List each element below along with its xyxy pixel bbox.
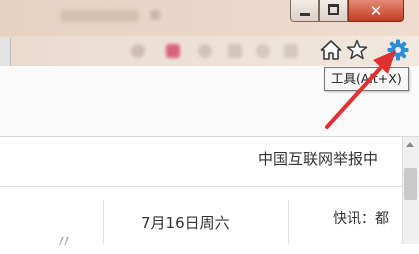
address-bar-edge[interactable] — [0, 38, 11, 66]
favorites-button[interactable] — [345, 38, 369, 62]
maximize-button[interactable] — [319, 0, 348, 22]
scrollbar-thumb[interactable] — [404, 168, 417, 200]
blurred-toolbar-icon[interactable] — [228, 44, 242, 58]
double-chevron-icon[interactable]: 〃 — [55, 228, 73, 254]
blurred-toolbar-icon[interactable] — [166, 44, 180, 58]
blurred-toolbar-icon[interactable] — [256, 44, 270, 58]
gear-icon — [387, 39, 409, 61]
column-divider — [103, 200, 104, 244]
date-label: 7月16日周六 — [141, 214, 230, 232]
close-icon: ✕ — [369, 2, 383, 20]
blurred-toolbar-icon[interactable] — [131, 44, 145, 58]
title-bar: ✕ — [0, 0, 419, 36]
report-link[interactable]: 中国互联网举报中 — [258, 148, 378, 169]
blurred-toolbar-icon[interactable] — [198, 44, 212, 58]
column-divider — [288, 200, 289, 244]
news-flash-label[interactable]: 快讯：都 — [333, 208, 389, 228]
home-icon — [320, 40, 342, 60]
minimize-button[interactable] — [290, 0, 319, 22]
blurred-tab-title — [60, 10, 140, 22]
scroll-up-arrow-icon[interactable] — [406, 142, 414, 147]
minimize-icon — [300, 13, 310, 16]
star-icon — [346, 39, 368, 60]
restore-icon — [328, 4, 339, 15]
blurred-tab-close-icon[interactable] — [150, 10, 160, 20]
home-button[interactable] — [319, 38, 343, 62]
tools-tooltip: 工具(Alt+X) — [324, 67, 409, 91]
blurred-toolbar-icon[interactable] — [284, 44, 298, 58]
tools-button[interactable] — [386, 38, 410, 62]
close-button[interactable]: ✕ — [348, 0, 404, 22]
